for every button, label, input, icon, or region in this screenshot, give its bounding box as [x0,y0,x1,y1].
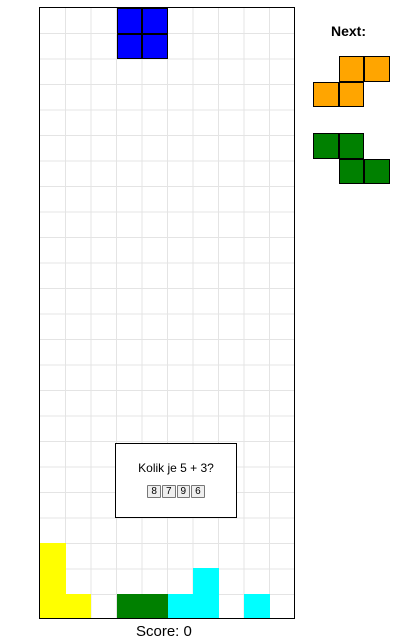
settled-block [142,593,168,618]
falling-block [142,33,168,59]
falling-block [116,33,142,59]
preview-block [338,158,364,184]
preview-block [313,81,339,107]
board-grid [40,8,294,618]
answer-buttons: 8 7 9 6 [116,485,236,498]
next-label: Next: [331,23,367,39]
settled-block [244,593,270,618]
answer-button[interactable]: 6 [191,485,205,498]
preview-block [364,56,390,82]
preview-block [364,158,390,184]
preview-block [338,81,364,107]
preview-block [313,133,339,159]
settled-block [167,593,193,618]
falling-block [116,8,142,34]
math-question-dialog: Kolik je 5 + 3? 8 7 9 6 [115,443,237,518]
settled-block [193,593,219,618]
settled-block [116,593,142,618]
question-text: Kolik je 5 + 3? [138,461,214,475]
settled-block [40,568,66,594]
preview-block [338,133,364,159]
answer-button[interactable]: 8 [147,485,161,498]
settled-block [40,542,66,568]
settled-block [65,593,91,618]
answer-button[interactable]: 7 [161,485,176,498]
falling-block [142,8,168,34]
settled-block [40,593,66,618]
settled-block [193,568,219,594]
game-board[interactable] [39,7,295,619]
preview-block [338,56,364,82]
answer-button[interactable]: 9 [176,485,191,498]
score-label: Score: 0 [136,623,192,640]
